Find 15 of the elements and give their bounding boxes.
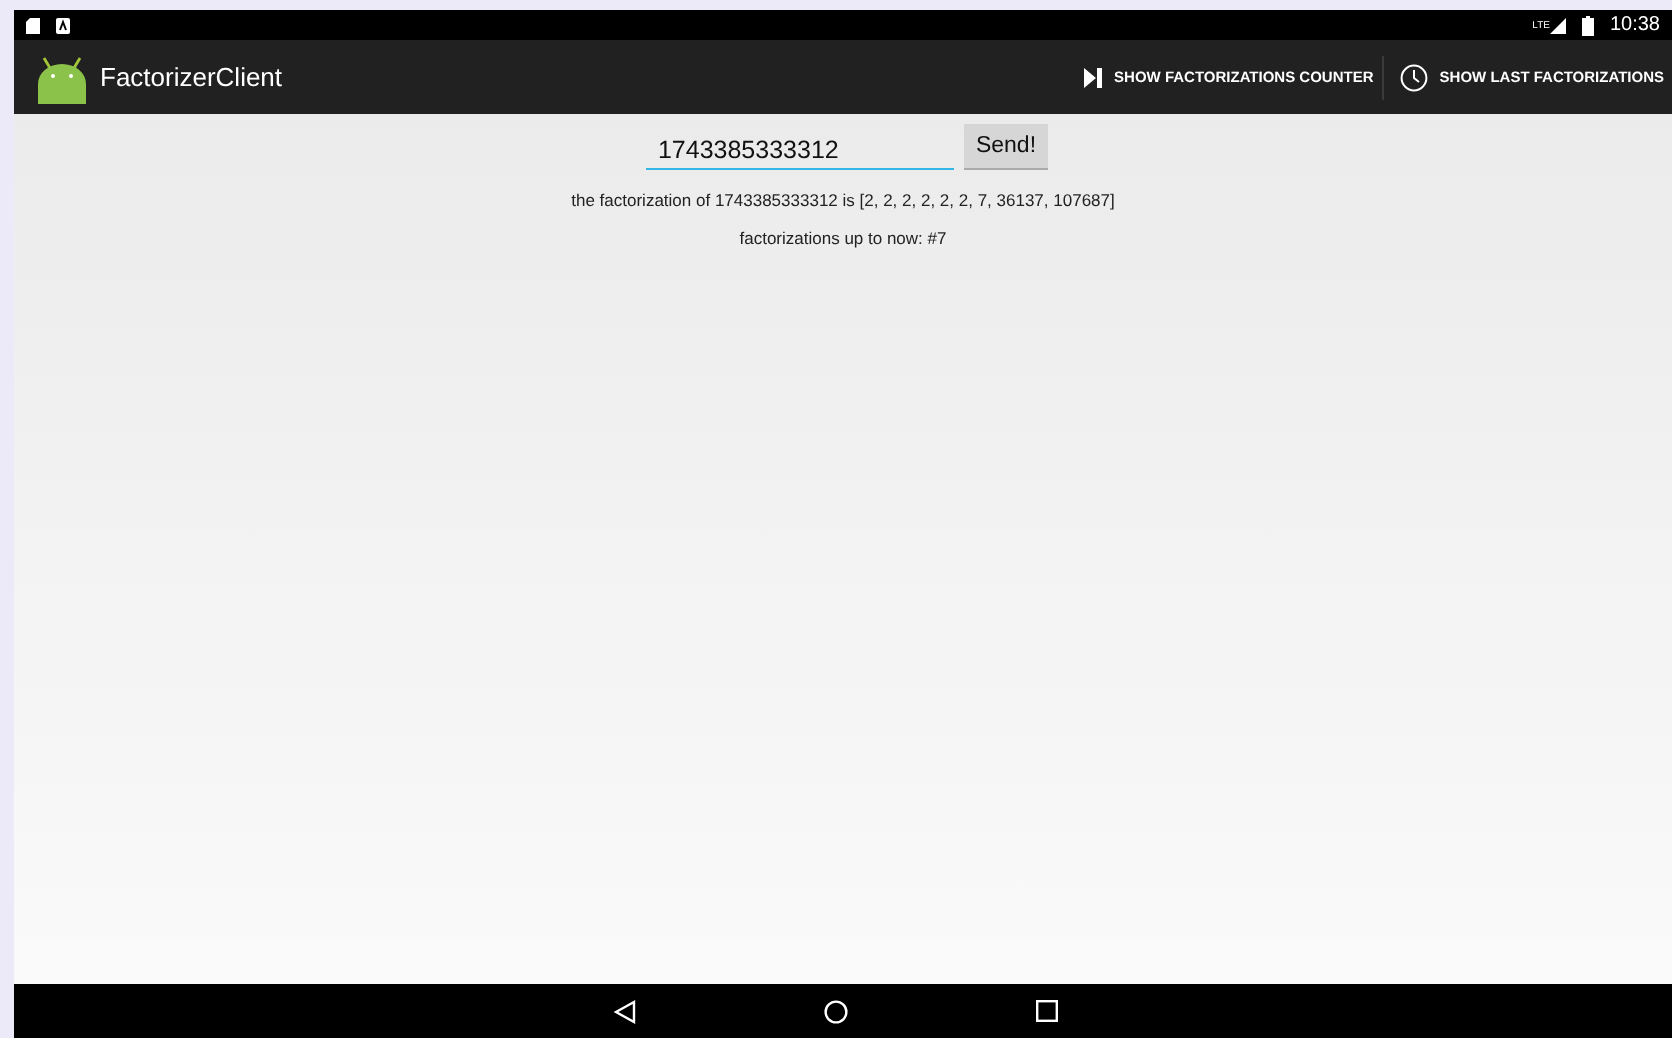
skip-forward-icon: [1084, 67, 1103, 87]
app-title: FactorizerClient: [100, 62, 283, 92]
back-icon[interactable]: [613, 999, 635, 1023]
signal-icon: [1549, 17, 1566, 33]
clock-time: 10:38: [1609, 14, 1660, 36]
clock-icon: [1399, 63, 1428, 91]
factorization-counter: factorizations up to now: #7: [739, 228, 947, 248]
number-input-field[interactable]: 1743385333312: [645, 132, 954, 170]
notification-icon: [56, 17, 70, 33]
sd-card-icon: [26, 17, 40, 33]
home-icon[interactable]: [823, 999, 847, 1023]
send-button[interactable]: Send!: [963, 124, 1049, 170]
recents-icon[interactable]: [1035, 1000, 1057, 1022]
battery-icon: [1581, 15, 1594, 35]
factorization-result: the factorization of 1743385333312 is [2, 2, 2, 2, 2, 2, 7, 36137, 107687]: [571, 190, 1115, 210]
